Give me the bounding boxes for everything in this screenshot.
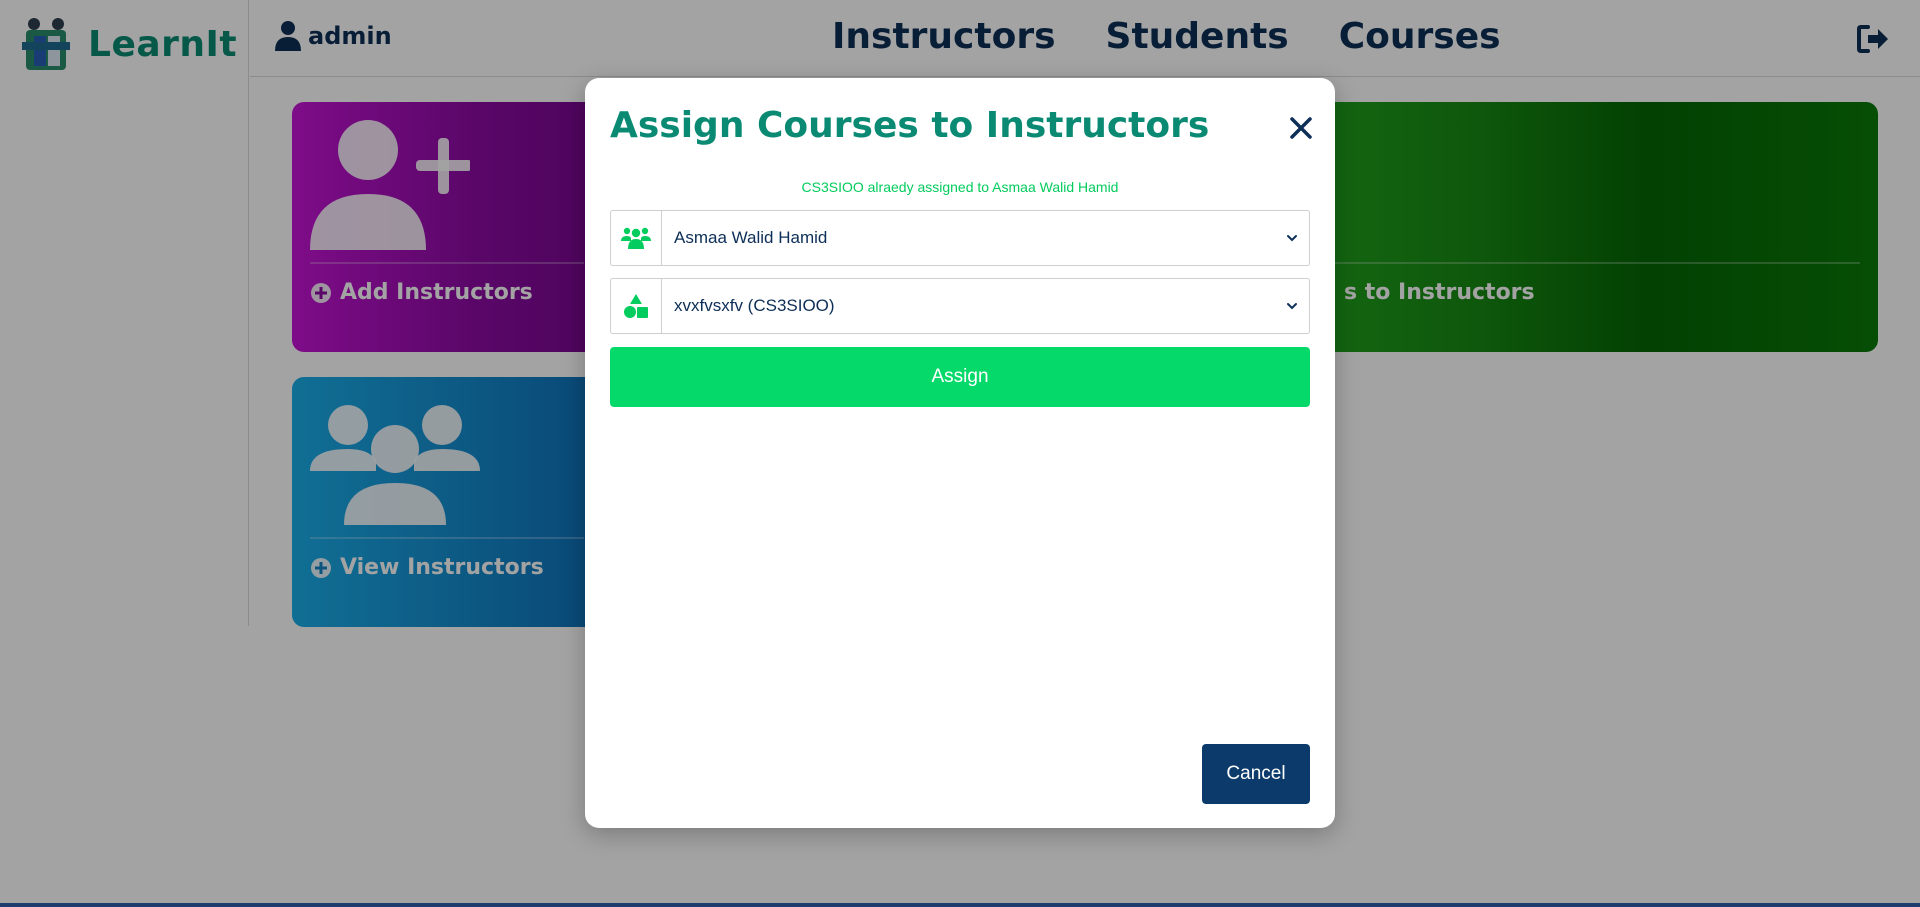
course-field: xvxfvsxfv (CS3SIOO) [610,278,1310,334]
assign-button[interactable]: Assign [610,347,1310,407]
course-select[interactable]: xvxfvsxfv (CS3SIOO) [662,279,1309,333]
instructor-select-value: Asmaa Walid Hamid [674,228,828,247]
user-group-icon [621,227,651,249]
modal-title: Assign Courses to Instructors [610,105,1210,146]
field-icon-box [611,211,662,265]
instructor-field: Asmaa Walid Hamid [610,210,1310,266]
chevron-down-icon [1287,235,1297,242]
instructor-select[interactable]: Asmaa Walid Hamid [662,211,1309,265]
close-icon[interactable] [1289,116,1313,140]
chevron-down-icon [1287,303,1297,310]
bottom-strip [0,903,1920,907]
shapes-icon [624,294,648,318]
course-select-value: xvxfvsxfv (CS3SIOO) [674,296,835,315]
cancel-button[interactable]: Cancel [1202,744,1310,804]
assign-courses-modal: Assign Courses to Instructors CS3SIOO al… [585,78,1335,828]
field-icon-box [611,279,662,333]
status-message: CS3SIOO alraedy assigned to Asmaa Walid … [801,179,1119,195]
